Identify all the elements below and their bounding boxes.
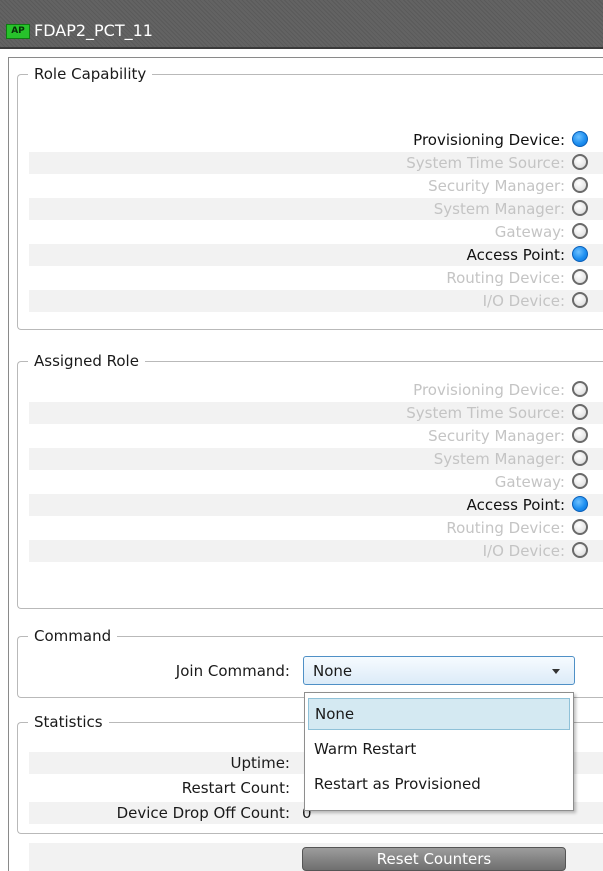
role-label: System Manager: <box>433 200 565 218</box>
status-dot-icon <box>572 200 588 216</box>
role-label: Routing Device: <box>446 269 565 287</box>
status-dot-icon <box>572 154 588 170</box>
assigned-role-title: Assigned Role <box>28 351 145 371</box>
role-capability-title: Role Capability <box>28 64 153 84</box>
role-label: System Manager: <box>433 450 565 468</box>
status-dot-icon <box>572 473 588 489</box>
assigned-role-row: Routing Device: <box>29 517 603 539</box>
reset-counters-button[interactable]: Reset Counters <box>302 847 566 871</box>
role-label: Gateway: <box>494 223 565 241</box>
assigned-role-row: System Time Source: <box>29 402 603 424</box>
assigned-role-row: Provisioning Device: <box>29 379 603 401</box>
drop-off-count-label: Device Drop Off Count: <box>116 804 290 822</box>
status-dot-icon <box>572 427 588 443</box>
status-dot-icon <box>572 450 588 466</box>
role-label: Provisioning Device: <box>413 381 565 399</box>
dropdown-option-none[interactable]: None <box>308 698 570 730</box>
role-label: I/O Device: <box>482 292 565 310</box>
status-dot-icon <box>572 542 588 558</box>
role-label: Gateway: <box>494 473 565 491</box>
role-capability-row: Access Point: <box>29 244 603 266</box>
role-capability-row: Security Manager: <box>29 175 603 197</box>
ap-badge-icon: AP <box>6 24 30 39</box>
status-dot-icon <box>572 246 588 262</box>
join-command-label: Join Command: <box>175 662 290 680</box>
status-dot-icon <box>572 519 588 535</box>
dropdown-option-warm-restart[interactable]: Warm Restart <box>308 734 570 766</box>
assigned-role-row: I/O Device: <box>29 540 603 562</box>
assigned-role-row: Access Point: <box>29 494 603 516</box>
status-dot-icon <box>572 223 588 239</box>
role-label: System Time Source: <box>406 404 565 422</box>
join-command-dropdown: None Warm Restart Restart as Provisioned <box>304 692 574 811</box>
assigned-role-row: Gateway: <box>29 471 603 493</box>
assigned-role-row: Security Manager: <box>29 425 603 447</box>
role-capability-row: System Manager: <box>29 198 603 220</box>
status-dot-icon <box>572 177 588 193</box>
role-capability-row: Routing Device: <box>29 267 603 289</box>
status-dot-icon <box>572 404 588 420</box>
command-title: Command <box>28 626 118 646</box>
role-label: System Time Source: <box>406 154 565 172</box>
status-dot-icon <box>572 496 588 512</box>
role-label: I/O Device: <box>482 542 565 560</box>
role-capability-row: System Time Source: <box>29 152 603 174</box>
role-capability-row: I/O Device: <box>29 290 603 312</box>
role-label: Security Manager: <box>428 427 565 445</box>
uptime-label: Uptime: <box>230 754 290 772</box>
status-dot-icon <box>572 269 588 285</box>
status-dot-icon <box>572 381 588 397</box>
statistics-title: Statistics <box>28 712 109 732</box>
role-label: Security Manager: <box>428 177 565 195</box>
title-bar: AP FDAP2_PCT_11 <box>0 0 603 49</box>
dropdown-option-restart-as-provisioned[interactable]: Restart as Provisioned <box>308 769 570 801</box>
role-capability-row: Provisioning Device: <box>29 129 603 151</box>
assigned-role-row: System Manager: <box>29 448 603 470</box>
status-dot-icon <box>572 131 588 147</box>
role-label: Provisioning Device: <box>413 131 565 149</box>
role-capability-row: Gateway: <box>29 221 603 243</box>
join-command-value: None <box>313 662 353 680</box>
role-label: Access Point: <box>466 496 565 514</box>
restart-count-label: Restart Count: <box>181 779 290 797</box>
status-dot-icon <box>572 292 588 308</box>
chevron-down-icon[interactable] <box>552 669 560 674</box>
device-title: FDAP2_PCT_11 <box>34 21 153 40</box>
role-label: Routing Device: <box>446 519 565 537</box>
role-label: Access Point: <box>466 246 565 264</box>
join-command-select[interactable]: None <box>303 656 575 685</box>
